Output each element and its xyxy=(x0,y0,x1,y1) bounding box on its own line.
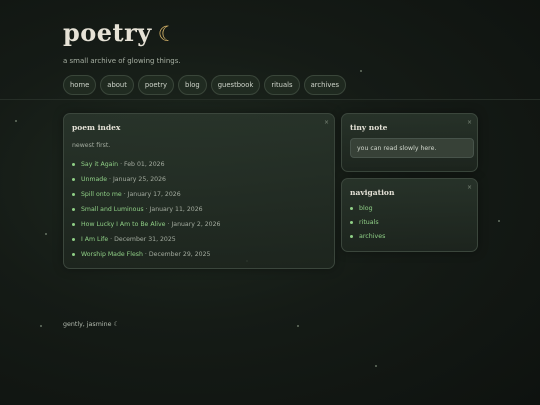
sparkle-dot xyxy=(15,120,17,122)
bullet-icon xyxy=(72,178,75,181)
nav-rituals[interactable]: rituals xyxy=(264,75,300,95)
sparkle-dot xyxy=(40,325,42,327)
tiny-note-card: tiny note × you can read slowly here. xyxy=(341,113,478,172)
close-icon[interactable]: × xyxy=(324,119,329,126)
nav-home[interactable]: home xyxy=(63,75,97,95)
bullet-icon xyxy=(72,253,75,256)
site-subtitle: a small archive of glowing things. xyxy=(63,57,181,65)
poem-date-sep: · xyxy=(144,251,147,258)
bullet-icon xyxy=(72,223,75,226)
navigation-item: archives xyxy=(350,229,385,243)
poem-list-item: Say it Again · Feb 01, 2026 xyxy=(72,157,221,172)
poem-link[interactable]: I Am Life xyxy=(81,236,108,243)
poem-date-sep: · xyxy=(167,221,170,228)
poem-index-subtitle: newest first. xyxy=(72,142,111,149)
header-divider xyxy=(0,99,540,100)
bullet-icon xyxy=(350,206,353,210)
poem-date-sep: · xyxy=(109,176,111,183)
poem-link[interactable]: Unmade xyxy=(81,176,107,183)
poem-list-item: Worship Made Flesh · December 29, 2025 xyxy=(72,247,221,262)
navigation-link-rituals[interactable]: rituals xyxy=(359,219,379,226)
poem-date: Feb 01, 2026 xyxy=(124,161,165,168)
close-icon[interactable]: × xyxy=(467,119,472,126)
nav-about[interactable]: about xyxy=(100,75,134,95)
sparkle-dot xyxy=(360,70,362,72)
poem-index-card: poem index × newest first. Say it Again … xyxy=(63,113,335,269)
bullet-icon xyxy=(350,234,353,238)
poem-link[interactable]: Small and Luminous xyxy=(81,206,144,213)
navigation-item: rituals xyxy=(350,215,385,229)
poem-date: December 29, 2025 xyxy=(148,251,211,258)
navigation-card: navigation × blog rituals archives xyxy=(341,178,478,252)
sparkle-dot xyxy=(375,365,377,367)
poem-list-item: How Lucky I Am to Be Alive · January 2, … xyxy=(72,217,221,232)
sparkle-dot xyxy=(498,220,500,222)
nav-poetry[interactable]: poetry xyxy=(137,75,175,95)
site-header: poetry ☾ a small archive of glowing thing… xyxy=(63,18,347,95)
poem-list-item: Unmade · January 25, 2026 xyxy=(72,172,221,187)
poem-link[interactable]: How Lucky I Am to Be Alive xyxy=(81,221,165,228)
poem-link[interactable]: Spill onto me xyxy=(81,191,122,198)
poem-date-sep: · xyxy=(123,191,126,198)
moon-icon: ☾ xyxy=(157,22,177,46)
sparkle-dot xyxy=(297,325,299,327)
poem-list-item: Spill onto me · January 17, 2026 xyxy=(72,187,221,202)
bullet-icon xyxy=(72,193,75,196)
poem-list: Say it Again · Feb 01, 2026 Unmade · Jan… xyxy=(72,157,221,262)
poem-index-title: poem index xyxy=(72,123,121,132)
close-icon[interactable]: × xyxy=(467,184,472,191)
poem-date: January 17, 2026 xyxy=(127,191,181,198)
poem-list-item: I Am Life · December 31, 2025 xyxy=(72,232,221,247)
poem-date: January 2, 2026 xyxy=(171,221,221,228)
bullet-icon xyxy=(72,238,75,241)
poem-date-sep: · xyxy=(110,236,113,243)
tiny-note-title: tiny note xyxy=(350,123,388,132)
poem-link[interactable]: Worship Made Flesh xyxy=(81,251,143,258)
poem-date: January 11, 2026 xyxy=(149,206,203,213)
nav-archives[interactable]: archives xyxy=(303,75,347,95)
bullet-icon xyxy=(72,208,75,211)
navigation-title: navigation xyxy=(350,188,395,197)
navigation-link-blog[interactable]: blog xyxy=(359,205,373,212)
bullet-icon xyxy=(350,220,353,224)
bullet-icon xyxy=(72,163,75,166)
poem-date: January 25, 2026 xyxy=(112,176,166,183)
top-nav: home about poetry blog guestbook rituals… xyxy=(63,75,347,95)
navigation-list: blog rituals archives xyxy=(350,201,385,243)
poem-date-sep: · xyxy=(120,161,123,168)
poem-date-sep: · xyxy=(145,206,148,213)
site-title: poetry ☾ xyxy=(63,18,346,47)
footer-signature: gently, jasmine ☾ xyxy=(63,321,120,328)
sparkle-dot xyxy=(45,233,47,235)
site-title-text: poetry xyxy=(63,18,152,47)
nav-blog[interactable]: blog xyxy=(178,75,207,95)
tiny-note-text: you can read slowly here. xyxy=(350,138,474,158)
poem-link[interactable]: Say it Again xyxy=(81,161,118,168)
navigation-link-archives[interactable]: archives xyxy=(359,233,385,240)
navigation-item: blog xyxy=(350,201,385,215)
poem-date: December 31, 2025 xyxy=(114,236,176,243)
poem-list-item: Small and Luminous · January 11, 2026 xyxy=(72,202,221,217)
nav-guestbook[interactable]: guestbook xyxy=(210,75,261,95)
